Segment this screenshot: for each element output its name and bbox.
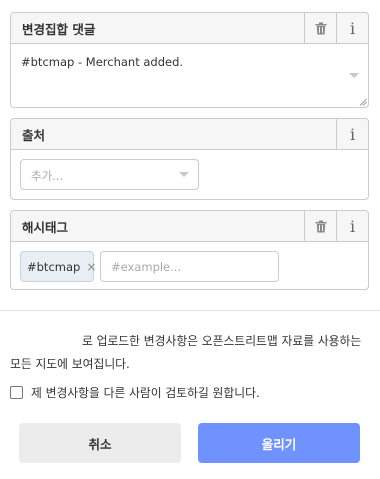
- info-icon: i: [349, 124, 356, 144]
- source-placeholder: 추가...: [31, 169, 64, 183]
- request-review-row[interactable]: 제 변경사항을 다른 사람이 검토하길 원합니다.: [10, 384, 260, 401]
- changeset-comment-section: 변경집합 댓글 i #btcmap - Merchant added.: [10, 12, 369, 108]
- comment-textarea[interactable]: #btcmap - Merchant added.: [11, 44, 368, 107]
- source-combo-input[interactable]: 추가...: [20, 159, 199, 190]
- request-review-checkbox[interactable]: [10, 386, 23, 399]
- delete-comment-button[interactable]: [304, 13, 336, 44]
- hashtags-body: #btcmap × #example...: [11, 242, 368, 289]
- hashtags-header: 해시태그 i: [11, 211, 368, 242]
- hashtag-chip-label: #btcmap: [27, 259, 81, 274]
- comment-value: #btcmap - Merchant added.: [21, 55, 184, 69]
- source-section: 출처 i 추가...: [10, 118, 369, 200]
- chevron-down-icon[interactable]: [349, 73, 359, 78]
- cancel-button[interactable]: 취소: [19, 423, 181, 463]
- source-header: 출처 i: [11, 119, 368, 150]
- remove-tag-icon[interactable]: ×: [86, 260, 96, 274]
- resize-grip-icon[interactable]: [359, 98, 367, 106]
- hashtags-title: 해시태그: [22, 219, 69, 235]
- info-icon: i: [349, 18, 356, 38]
- hashtag-placeholder: #example...: [111, 260, 182, 274]
- comment-info-button[interactable]: i: [336, 13, 368, 44]
- hashtag-input[interactable]: #example...: [100, 251, 279, 282]
- request-review-label: 제 변경사항을 다른 사람이 검토하길 원합니다.: [31, 386, 260, 400]
- hashtags-section: 해시태그 i #btcmap × #example...: [10, 210, 369, 290]
- trash-icon: [315, 22, 326, 34]
- hashtag-chip[interactable]: #btcmap ×: [20, 251, 96, 282]
- delete-hashtags-button[interactable]: [304, 211, 336, 242]
- changeset-comment-title: 변경집합 댓글: [22, 21, 96, 37]
- source-title: 출처: [22, 127, 46, 143]
- source-info-button[interactable]: i: [336, 119, 368, 150]
- source-body: 추가...: [11, 150, 368, 199]
- upload-notice: 로 업로드한 변경사항은 오픈스트리트맵 자료를 사용하는 모든 지도에 보여집…: [10, 334, 362, 371]
- changeset-comment-header: 변경집합 댓글 i: [11, 13, 368, 44]
- trash-icon: [315, 220, 326, 232]
- chevron-down-icon[interactable]: [179, 172, 189, 177]
- upload-button[interactable]: 올리기: [198, 423, 360, 463]
- hashtags-info-button[interactable]: i: [336, 211, 368, 242]
- divider: [0, 310, 380, 311]
- info-icon: i: [349, 216, 356, 236]
